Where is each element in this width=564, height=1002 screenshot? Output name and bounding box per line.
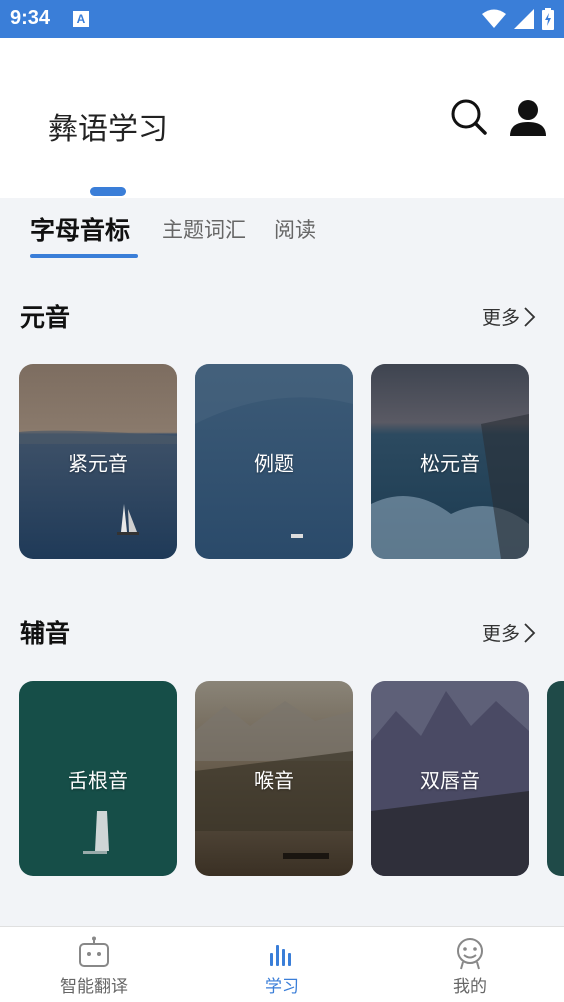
status-indicators: [482, 8, 554, 30]
card-label: 喉音: [254, 768, 294, 792]
tab-letters-phonetics[interactable]: 字母音标: [30, 211, 130, 247]
app-title: 彝语学习: [48, 112, 168, 147]
robot-icon: [79, 936, 109, 967]
app-header: 彝语学习: [0, 38, 564, 198]
chevron-right-icon: [524, 306, 536, 327]
card-tense-vowels[interactable]: 紧元音: [19, 364, 177, 559]
wifi-icon: [482, 9, 506, 28]
card-glottal-consonants[interactable]: 喉音: [195, 681, 353, 876]
more-label: 更多: [482, 307, 521, 329]
nav-item-learn[interactable]: 学习: [188, 927, 376, 1002]
nav-label: 智能翻译: [60, 977, 128, 997]
card-bilabial-consonants[interactable]: 双唇音: [371, 681, 529, 876]
nav-item-mine[interactable]: 我的: [376, 927, 564, 1002]
card-partially-visible[interactable]: [547, 681, 564, 876]
user-icon: [510, 100, 546, 136]
status-time: 9:34: [10, 7, 51, 29]
search-icon: [451, 99, 487, 135]
card-label: 双唇音: [420, 768, 480, 792]
card-examples[interactable]: 例题: [195, 364, 353, 559]
bar-chart-icon: [270, 945, 291, 966]
signal-icon: [514, 9, 534, 29]
card-label: 舌根音: [68, 768, 128, 792]
forest-image: [547, 681, 564, 876]
card-label: 紧元音: [68, 451, 128, 475]
consonants-more-link[interactable]: 更多: [482, 619, 536, 646]
section-title-consonants: 辅音: [20, 619, 71, 648]
tab-indicator-dot: [90, 187, 126, 196]
nav-item-translate[interactable]: 智能翻译: [0, 927, 188, 1002]
section-title-vowels: 元音: [20, 303, 71, 332]
notification-app-icon: A: [73, 11, 89, 27]
status-bar: 9:34 A: [0, 0, 564, 38]
card-label: 松元音: [420, 451, 480, 475]
smiley-face-icon: [457, 938, 483, 970]
nav-label: 学习: [265, 977, 299, 997]
card-velar-consonants[interactable]: 舌根音: [19, 681, 177, 876]
card-lax-vowels[interactable]: 松元音: [371, 364, 529, 559]
battery-icon: [542, 8, 554, 30]
more-label: 更多: [482, 623, 521, 645]
active-tab-underline: [30, 254, 138, 258]
profile-button[interactable]: [508, 98, 548, 138]
tab-topic-vocabulary[interactable]: 主题词汇: [162, 214, 246, 244]
vowels-more-link[interactable]: 更多: [482, 303, 536, 330]
bottom-navigation: 智能翻译 学习 我的: [0, 926, 564, 1002]
category-tabs: 字母音标 主题词汇 阅读: [0, 198, 564, 262]
search-button[interactable]: [450, 98, 488, 136]
card-label: 例题: [254, 451, 294, 475]
tab-reading[interactable]: 阅读: [274, 214, 316, 244]
chevron-right-icon: [524, 622, 536, 643]
nav-label: 我的: [453, 977, 487, 997]
